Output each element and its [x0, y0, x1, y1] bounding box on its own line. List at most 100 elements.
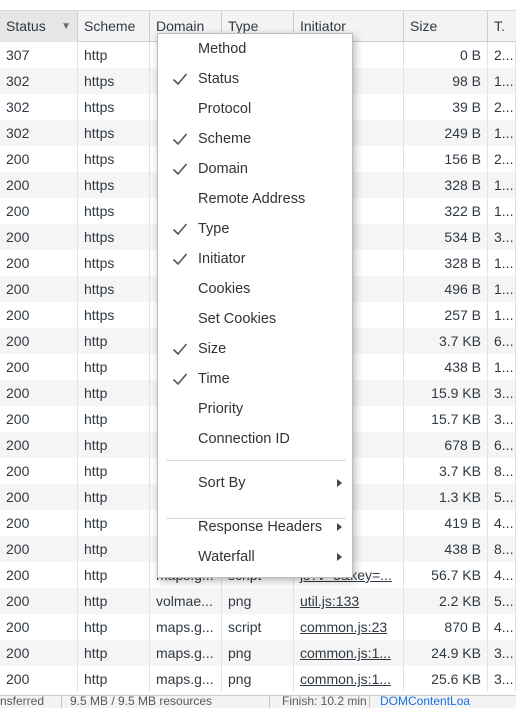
cell-text: 1.3 KB: [438, 489, 481, 505]
column-header-status[interactable]: Status ▼: [0, 11, 78, 42]
menu-item-remote-address[interactable]: Remote Address: [158, 184, 352, 214]
table-row[interactable]: 200 http maps.g... png common.js:1... 25.6 KB…: [0, 666, 516, 692]
cell-scheme: http: [78, 666, 150, 692]
cell-status: 200: [0, 458, 78, 484]
checkmark-icon: [172, 124, 190, 154]
menu-item-set-cookies[interactable]: Set Cookies: [158, 304, 352, 334]
submenu-sort-by[interactable]: Sort By: [158, 468, 352, 498]
cell-text: 200: [6, 151, 30, 167]
cell-text: 5...: [494, 489, 514, 505]
cell-text: 8...: [494, 541, 514, 557]
cell-size: 15.7 KB: [404, 406, 488, 432]
menu-item-priority[interactable]: Priority: [158, 394, 352, 424]
cell-initiator[interactable]: util.js:133: [294, 588, 404, 614]
cell-text: 322 B: [444, 203, 481, 219]
cell-time: 2...: [488, 42, 516, 68]
cell-size: 534 B: [404, 224, 488, 250]
submenu-arrow-icon: [337, 553, 342, 561]
cell-text: 419 B: [444, 515, 481, 531]
cell-text: 200: [6, 333, 30, 349]
cell-text: http: [84, 489, 108, 505]
menu-item-status[interactable]: Status: [158, 64, 352, 94]
cell-text: https: [84, 281, 115, 297]
cell-text: 200: [6, 645, 30, 661]
cell-time: 2...: [488, 94, 516, 120]
initiator-link[interactable]: common.js:23: [300, 619, 387, 635]
cell-status: 200: [0, 276, 78, 302]
cell-size: 1.3 KB: [404, 484, 488, 510]
cell-status: 200: [0, 224, 78, 250]
cell-text: 200: [6, 307, 30, 323]
column-header-scheme[interactable]: Scheme: [78, 11, 150, 42]
initiator-link[interactable]: common.js:1...: [300, 671, 391, 687]
cell-text: https: [84, 125, 115, 141]
cell-text: https: [84, 229, 115, 245]
status-separator: |: [60, 695, 64, 708]
menu-item-method[interactable]: Method: [158, 34, 352, 64]
cell-text: 1...: [494, 307, 514, 323]
menu-item-label: Protocol: [198, 101, 252, 117]
cell-text: png: [228, 645, 252, 661]
cell-initiator[interactable]: common.js:1...: [294, 640, 404, 666]
cell-text: 328 B: [444, 177, 481, 193]
cell-text: 1...: [494, 255, 514, 271]
menu-item-scheme[interactable]: Scheme: [158, 124, 352, 154]
cell-text: maps.g...: [156, 671, 214, 687]
cell-text: 1...: [494, 125, 514, 141]
cell-text: 2...: [494, 99, 514, 115]
menu-item-type[interactable]: Type: [158, 214, 352, 244]
cell-text: 534 B: [444, 229, 481, 245]
menu-item-size[interactable]: Size: [158, 334, 352, 364]
table-row[interactable]: 200 http volmae... png util.js:133 2.2 KB 5...: [0, 588, 516, 614]
cell-text: png: [228, 671, 252, 687]
submenu-response-headers[interactable]: Response Headers: [158, 512, 352, 542]
cell-size: 2.2 KB: [404, 588, 488, 614]
cell-initiator[interactable]: common.js:23: [294, 614, 404, 640]
cell-scheme: https: [78, 68, 150, 94]
transferred-summary: nsferred: [0, 695, 45, 708]
menu-item-domain[interactable]: Domain: [158, 154, 352, 184]
table-row[interactable]: 200 http maps.g... script common.js:23 870 B 4…: [0, 614, 516, 640]
cell-time: 1...: [488, 198, 516, 224]
column-header-size[interactable]: Size: [404, 11, 488, 42]
menu-item-initiator[interactable]: Initiator: [158, 244, 352, 274]
cell-size: 257 B: [404, 302, 488, 328]
initiator-link[interactable]: util.js:133: [300, 593, 359, 609]
cell-text: 200: [6, 203, 30, 219]
cell-text: 438 B: [444, 359, 481, 375]
cell-text: 4...: [494, 619, 514, 635]
sort-down-icon: ▼: [61, 21, 71, 32]
menu-item-protocol[interactable]: Protocol: [158, 94, 352, 124]
cell-size: 870 B: [404, 614, 488, 640]
cell-time: 1...: [488, 120, 516, 146]
column-header-time[interactable]: T.: [488, 11, 516, 42]
cell-scheme: http: [78, 380, 150, 406]
menu-item-cookies[interactable]: Cookies: [158, 274, 352, 304]
menu-item-connection-id[interactable]: Connection ID: [158, 424, 352, 454]
cell-text: 200: [6, 489, 30, 505]
submenu-arrow-icon: [337, 479, 342, 487]
table-row[interactable]: 200 http maps.g... png common.js:1... 24.9 KB…: [0, 640, 516, 666]
status-separator: |: [268, 695, 272, 708]
cell-status: 200: [0, 406, 78, 432]
cell-size: 98 B: [404, 68, 488, 94]
cell-text: 200: [6, 385, 30, 401]
cell-text: http: [84, 359, 108, 375]
status-separator: |: [368, 695, 372, 708]
cell-text: 200: [6, 593, 30, 609]
menu-item-time[interactable]: Time: [158, 364, 352, 394]
cell-initiator[interactable]: common.js:1...: [294, 666, 404, 692]
menu-item-label: Domain: [198, 161, 248, 177]
submenu-waterfall[interactable]: Waterfall: [158, 542, 352, 572]
initiator-link[interactable]: common.js:1...: [300, 645, 391, 661]
cell-type: png: [222, 666, 294, 692]
submenu-label: Response Headers: [198, 519, 323, 535]
cell-size: 328 B: [404, 250, 488, 276]
cell-text: 302: [6, 99, 30, 115]
cell-type: png: [222, 640, 294, 666]
cell-scheme: http: [78, 484, 150, 510]
cell-text: 200: [6, 567, 30, 583]
checkmark-icon: [172, 154, 190, 184]
cell-time: 1...: [488, 354, 516, 380]
cell-scheme: http: [78, 406, 150, 432]
